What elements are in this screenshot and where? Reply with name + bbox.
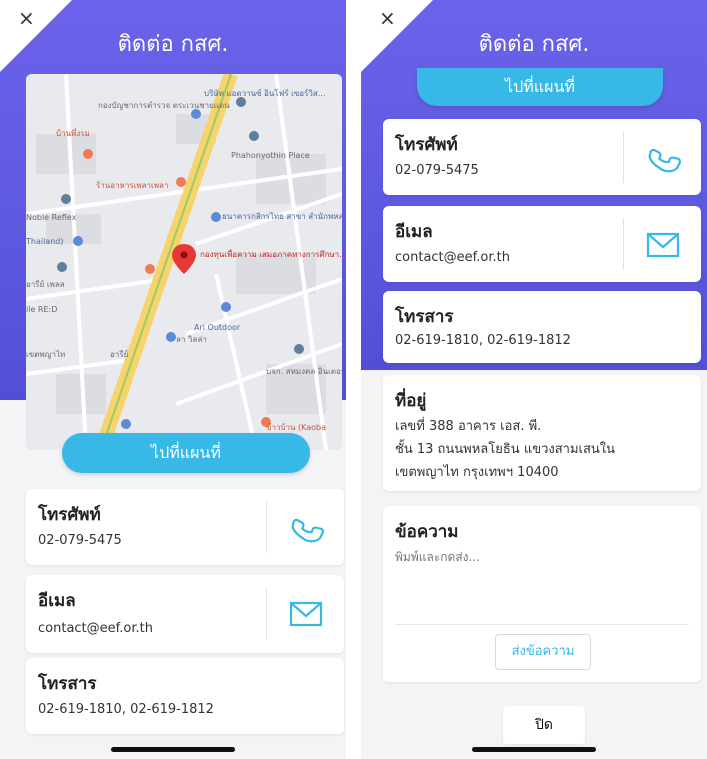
email-label: อีเมล (38, 591, 76, 611)
message-divider (395, 624, 689, 625)
map-label: บริษัท แอดวานซ์ อินโฟร์ เซอร์วิส... (204, 88, 325, 98)
send-message-button[interactable]: ส่งข้อความ (495, 634, 591, 670)
address-line: ชั้น 13 ถนนพหลโยธิน แขวงสามเสนใน (395, 442, 616, 457)
map-label: อารีย์ (110, 349, 128, 359)
map-label: ร้านอาหารเพลาเพลา (96, 181, 168, 190)
fax-label: โทรสาร (395, 307, 454, 327)
phone-label: โทรศัพท์ (38, 505, 101, 525)
email-value: contact@eef.or.th (395, 250, 510, 265)
message-label: ข้อความ (395, 522, 459, 542)
email-label: อีเมล (395, 222, 433, 242)
phone-value: 02-079-5475 (38, 533, 122, 548)
fax-value: 02-619-1810, 02-619-1812 (38, 702, 214, 717)
phone-icon[interactable] (282, 503, 330, 551)
email-card[interactable]: อีเมล contact@eef.or.th (383, 206, 701, 282)
card-divider (623, 218, 624, 270)
fax-card: โทรสาร 02-619-1810, 02-619-1812 (26, 658, 344, 734)
map-label: ธนาคารกสิกรไทย สาขา สำนักพหลโยธิน (222, 211, 342, 221)
home-indicator (472, 747, 596, 752)
card-divider (623, 131, 624, 183)
map-label: บ้านพึ่งรม (56, 127, 90, 138)
map-label: Noble Reflex (26, 213, 77, 222)
fax-card: โทรสาร 02-619-1810, 02-619-1812 (383, 291, 701, 363)
map-label: Phahonyothin Place (231, 151, 310, 160)
mail-icon[interactable] (639, 220, 687, 268)
page-title: ติดต่อ กสศ. (117, 32, 229, 57)
phone-card[interactable]: โทรศัพท์ 02-079-5475 (26, 489, 344, 565)
contact-screen-map: × ติดต่อ กสศ. กองบัญชาการตำรวจ ตระเวนชาย… (0, 0, 346, 759)
map-label: Ari Outdoor (194, 323, 241, 332)
map-label: ile RE:D (26, 305, 57, 314)
map-label: กองบัญชาการตำรวจ ตระเวนชายแดน (98, 101, 230, 110)
message-input[interactable] (393, 546, 693, 624)
phone-value: 02-079-5475 (395, 163, 479, 178)
card-divider (266, 587, 267, 639)
map-label: กองทุนเพื่อความ เสมอภาคทางการศึกษา... (200, 248, 342, 259)
card-divider (266, 501, 267, 553)
map-label: ข้าวบ้าน (Kaoba (266, 423, 326, 432)
map-canvas[interactable]: กองบัญชาการตำรวจ ตระเวนชายแดน บริษัท แอด… (26, 74, 342, 450)
go-to-map-button[interactable]: ไปที่แผนที่ (62, 433, 310, 473)
phone-icon[interactable] (639, 133, 687, 181)
map-label: บจก. สหมงคล อินเตอร์เนชั่น (266, 365, 342, 376)
map-label: ลา วิลล่า (176, 335, 207, 344)
home-indicator (111, 747, 235, 752)
map-label: อารีย์ เพลส (26, 279, 65, 289)
address-line: เขตพญาไท กรุงเทพฯ 10400 (395, 465, 559, 480)
phone-card[interactable]: โทรศัพท์ 02-079-5475 (383, 119, 701, 195)
email-value: contact@eef.or.th (38, 621, 153, 636)
close-button[interactable]: ปิด (503, 706, 585, 744)
contact-screen-form: × ติดต่อ กสศ. ไปที่แผนที่ โทรศัพท์ 02-07… (361, 0, 707, 759)
fax-value: 02-619-1810, 02-619-1812 (395, 333, 571, 348)
message-card: ข้อความ ส่งข้อความ (383, 506, 701, 682)
go-to-map-button[interactable]: ไปที่แผนที่ (417, 68, 663, 106)
address-card: ที่อยู่ เลขที่ 388 อาคาร เอส. พี. ชั้น 1… (383, 375, 701, 491)
map-view[interactable]: กองบัญชาการตำรวจ ตระเวนชายแดน บริษัท แอด… (26, 74, 342, 450)
map-label: เขตพญาไท (26, 350, 65, 359)
phone-label: โทรศัพท์ (395, 135, 458, 155)
close-icon[interactable]: × (379, 8, 396, 28)
map-label: Thailand) (26, 237, 63, 246)
email-card[interactable]: อีเมล contact@eef.or.th (26, 575, 344, 653)
close-icon[interactable]: × (18, 8, 35, 28)
address-label: ที่อยู่ (395, 391, 427, 411)
page-title: ติดต่อ กสศ. (478, 32, 590, 57)
fax-label: โทรสาร (38, 674, 97, 694)
address-line: เลขที่ 388 อาคาร เอส. พี. (395, 419, 542, 434)
mail-icon[interactable] (282, 589, 330, 637)
